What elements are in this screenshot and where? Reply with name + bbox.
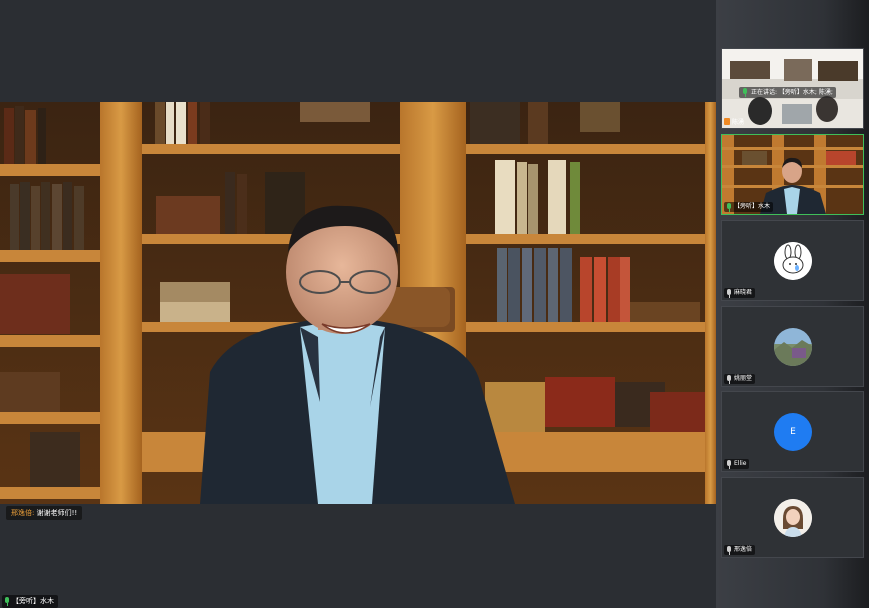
- mic-muted-icon: [726, 545, 732, 555]
- participant-tile-video[interactable]: 【旁听】水木: [721, 134, 864, 215]
- participant-name: 麻晓君: [734, 289, 753, 296]
- participant-name: Ellie: [734, 460, 747, 467]
- participant-name-label: 邢逸倍: [724, 545, 756, 555]
- mic-icon: [4, 597, 10, 606]
- bunny-avatar-image: [774, 242, 812, 280]
- participant-name-label: 陈湧: [724, 116, 744, 126]
- bookshelf-background: [0, 102, 716, 504]
- chat-message-text: 谢谢老师们!!: [36, 509, 78, 517]
- participant-tile-video[interactable]: 正在讲话: 【旁听】水木; 陈湧; 陈湧: [721, 48, 864, 129]
- main-speaker-video[interactable]: [0, 102, 716, 504]
- girl-avatar-image: [774, 499, 812, 537]
- main-stage: 邢逸倍: 谢谢老师们!! 【旁听】水木: [0, 0, 716, 608]
- landscape-avatar-image: [774, 328, 812, 366]
- landscape-avatar: [774, 328, 812, 366]
- mic-muted-icon: [726, 374, 732, 384]
- participant-tile-avatar[interactable]: E Ellie: [721, 391, 864, 472]
- participant-name: 姚丽堂: [734, 375, 753, 382]
- main-speaker-name: 【旁听】水木: [12, 597, 54, 605]
- girl-avatar: [774, 499, 812, 537]
- participant-name-label: 姚丽堂: [724, 374, 756, 384]
- participant-tile-avatar[interactable]: 麻晓君: [721, 220, 864, 301]
- participant-name: 陈湧: [732, 118, 745, 126]
- mic-icon: [726, 202, 732, 212]
- main-speaker-label: 【旁听】水木: [2, 595, 58, 608]
- participant-name-label: Ellie: [724, 459, 750, 469]
- bunny-avatar: [774, 242, 812, 280]
- speaking-text: 正在讲话: 【旁听】水木; 陈湧;: [751, 89, 833, 96]
- chat-message-toast[interactable]: 邢逸倍: 谢谢老师们!!: [6, 506, 83, 520]
- participant-name: 【旁听】水木: [734, 203, 771, 210]
- participant-tile-avatar[interactable]: 姚丽堂: [721, 306, 864, 387]
- participant-name-label: 【旁听】水木: [724, 202, 774, 212]
- mic-icon: [742, 88, 748, 97]
- participant-name: 邢逸倍: [734, 546, 753, 553]
- participant-tile-avatar[interactable]: 邢逸倍: [721, 477, 864, 558]
- speaking-indicator: 正在讲话: 【旁听】水木; 陈湧;: [739, 87, 836, 98]
- mic-muted-icon: [726, 288, 732, 298]
- mic-muted-icon: [726, 459, 732, 469]
- chat-sender-name: 邢逸倍:: [11, 509, 35, 517]
- host-icon: [724, 117, 730, 125]
- letter-avatar: E: [774, 413, 812, 451]
- participant-name-label: 麻晓君: [724, 288, 756, 298]
